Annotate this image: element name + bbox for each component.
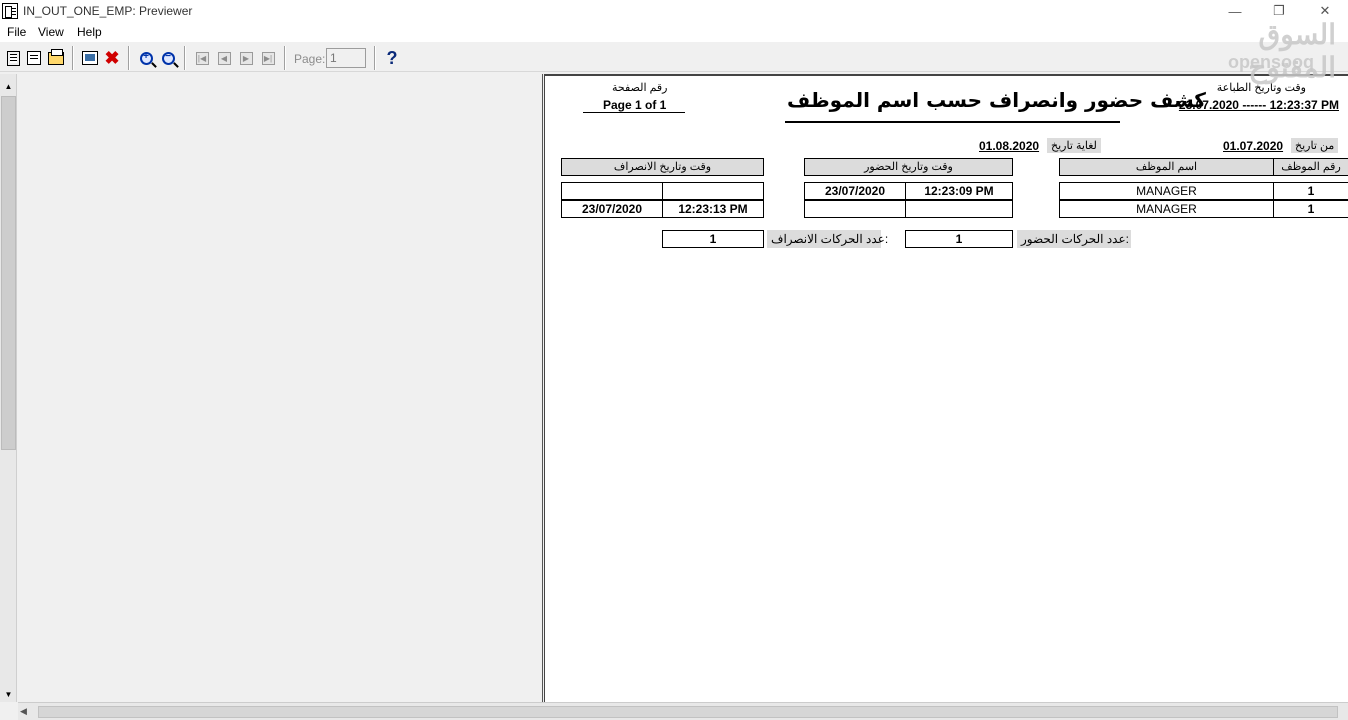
report-title: كشف حضور وانصراف حسب اسم الموظف [787, 88, 1206, 112]
scroll-down-arrow-icon[interactable]: ▼ [0, 686, 17, 702]
horizontal-scroll-thumb[interactable] [38, 706, 1338, 718]
close-x-icon: ✖ [104, 48, 120, 68]
to-date-label: لغاية تاريخ [1047, 138, 1101, 153]
employee-name-cell: MANAGER [1059, 200, 1274, 218]
zoom-out-button[interactable]: − [158, 48, 178, 68]
app-icon [2, 3, 18, 19]
zoom-in-button[interactable]: + [136, 48, 156, 68]
last-page-button[interactable]: ▶| [258, 48, 278, 68]
employee-number-cell: 1 [1273, 200, 1348, 218]
print-all-icon [6, 50, 20, 66]
screen-preview-button[interactable] [80, 48, 100, 68]
toolbar-separator [184, 46, 186, 70]
vertical-scrollbar[interactable]: ▲ ▼ [0, 74, 17, 702]
window-title: IN_OUT_ONE_EMP: Previewer [23, 4, 193, 18]
watermark-logo: السوق المفتوح [1248, 19, 1336, 83]
page-number-value: Page 1 of 1 [603, 98, 667, 112]
print-setup-icon [27, 51, 41, 65]
toolbar-separator [284, 46, 286, 70]
watermark-logo-latin: opensooq [1228, 52, 1314, 72]
page-label: Page: [294, 52, 326, 66]
print-icon [48, 48, 64, 65]
prev-page-icon: ◀ [217, 51, 231, 65]
from-date-label: من تاريخ [1291, 138, 1339, 153]
checkin-time-cell [905, 200, 1013, 218]
toolbar-separator [128, 46, 130, 70]
page-number-label: رقم الصفحة [612, 82, 668, 94]
title-bar: IN_OUT_ONE_EMP: Previewer — ❐ ✕ [0, 0, 1348, 22]
checkout-time-cell [662, 182, 764, 200]
menu-help[interactable]: Help [77, 25, 102, 39]
checkin-count-label: عدد الحركات الحضور: [1017, 230, 1131, 248]
next-page-button[interactable]: ▶ [236, 48, 256, 68]
checkout-date-cell [561, 182, 663, 200]
zoom-out-icon: − [161, 51, 175, 65]
prev-page-button[interactable]: ◀ [214, 48, 234, 68]
first-page-button[interactable]: |◀ [192, 48, 212, 68]
help-icon: ? [386, 47, 398, 68]
zoom-in-icon: + [139, 51, 153, 65]
checkout-count-value: 1 [662, 230, 764, 248]
first-page-icon: |◀ [195, 51, 209, 65]
print-button[interactable] [46, 48, 66, 68]
preview-left-pane: ▲ ▼ [0, 74, 543, 702]
checkin-date-cell: 23/07/2020 [804, 182, 906, 200]
close-preview-button[interactable]: ✖ [102, 48, 122, 68]
last-page-icon: ▶| [261, 51, 275, 65]
scroll-left-arrow-icon[interactable]: ◀ [20, 706, 27, 717]
report-page: وقت وتاريخ الطباعة 23.07.2020 ------ 12:… [544, 74, 1348, 702]
preview-screen-icon [82, 51, 98, 65]
employee-number-header: رقم الموظف [1273, 158, 1348, 176]
menu-file[interactable]: File [7, 25, 26, 39]
checkin-date-cell [804, 200, 906, 218]
print-setup-button[interactable] [24, 48, 44, 68]
to-date-value: 01.08.2020 [979, 139, 1040, 153]
checkin-count-value: 1 [905, 230, 1013, 248]
horizontal-scrollbar[interactable]: ◀ [18, 702, 1348, 720]
checkin-time-cell: 12:23:09 PM [905, 182, 1013, 200]
page-number-input[interactable] [326, 48, 366, 68]
from-date-value: 01.07.2020 [1223, 139, 1284, 153]
print-all-button[interactable] [3, 48, 23, 68]
scroll-up-arrow-icon[interactable]: ▲ [0, 78, 17, 94]
next-page-icon: ▶ [239, 51, 253, 65]
employee-number-cell: 1 [1273, 182, 1348, 200]
checkin-datetime-header: وقت وتاريخ الحضور [804, 158, 1013, 176]
menu-view[interactable]: View [38, 25, 64, 39]
checkout-datetime-header: وقت وتاريخ الانصراف [561, 158, 764, 176]
employee-name-header: اسم الموظف [1059, 158, 1274, 176]
title-underline [785, 121, 1120, 123]
toolbar-separator [72, 46, 74, 70]
employee-name-cell: MANAGER [1059, 182, 1274, 200]
vertical-scroll-thumb[interactable] [1, 96, 16, 450]
checkout-time-cell: 12:23:13 PM [662, 200, 764, 218]
checkout-date-cell: 23/07/2020 [561, 200, 663, 218]
menu-bar: File View Help [0, 22, 1348, 42]
page-number-underline [583, 112, 685, 113]
toolbar-separator [374, 46, 376, 70]
help-button[interactable]: ? [382, 48, 402, 68]
checkout-count-label: عدد الحركات الانصراف: [767, 230, 888, 248]
toolbar: ✖ + − |◀ ◀ ▶ ▶| Page: ? [0, 42, 1348, 72]
